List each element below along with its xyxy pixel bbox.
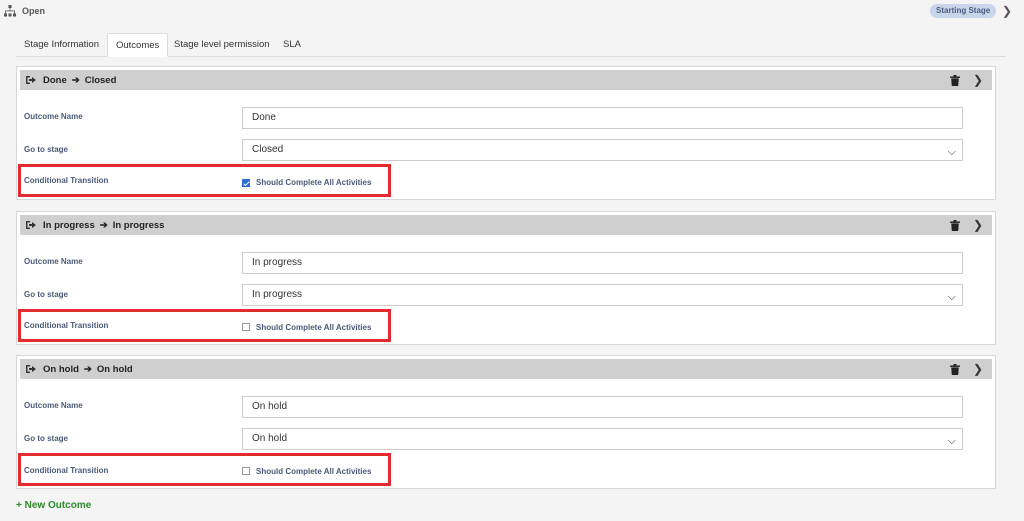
sign-out-icon	[26, 365, 36, 373]
chevron-down-icon: ⌵	[947, 146, 956, 158]
outcome-source: Done	[43, 75, 67, 86]
tab-sla[interactable]: SLA	[275, 33, 309, 57]
trash-icon[interactable]	[950, 220, 960, 231]
outcome-card: On hold ➔ On hold ❯ Outcome Name On hold G…	[16, 355, 996, 489]
outcome-header[interactable]: In progress ➔ In progress ❯	[20, 215, 992, 235]
go-to-stage-label: Go to stage	[24, 145, 69, 154]
outcome-name-label: Outcome Name	[24, 401, 83, 410]
outcome-card: In progress ➔ In progress ❯ Outcome Name I…	[16, 211, 996, 345]
tab-bar: Stage Information Outcomes Stage level p…	[16, 33, 1006, 57]
outcome-card: Done ➔ Closed ❯ Outcome Name Done Go to st…	[16, 66, 996, 200]
tab-outcomes[interactable]: Outcomes	[107, 33, 169, 57]
highlight-box	[18, 164, 391, 197]
outcome-header[interactable]: Done ➔ Closed ❯	[20, 70, 992, 90]
go-to-stage-select[interactable]: On hold ⌵	[242, 428, 963, 450]
tab-stage-information[interactable]: Stage Information	[16, 33, 107, 57]
outcome-source: In progress	[43, 220, 95, 231]
sitemap-icon	[4, 5, 16, 17]
go-to-stage-value: Closed	[252, 144, 284, 155]
trash-icon[interactable]	[950, 364, 960, 375]
outcome-name-input[interactable]: On hold	[242, 396, 963, 418]
go-to-stage-value: In progress	[252, 289, 303, 300]
highlight-box	[18, 309, 391, 342]
go-to-stage-label: Go to stage	[24, 290, 69, 299]
highlight-box	[18, 453, 391, 486]
outcome-name-label: Outcome Name	[24, 112, 83, 121]
chevron-right-icon[interactable]: ❯	[973, 362, 983, 376]
outcome-name-label: Outcome Name	[24, 257, 83, 266]
outcome-name-input[interactable]: Done	[242, 107, 963, 129]
sign-out-icon	[26, 221, 36, 229]
go-to-stage-value: On hold	[252, 433, 288, 444]
outcome-name-input[interactable]: In progress	[242, 252, 963, 274]
arrow-right-icon: ➔	[83, 364, 92, 375]
arrow-right-icon: ➔	[99, 220, 108, 231]
trash-icon[interactable]	[950, 75, 960, 86]
chevron-right-icon[interactable]: ❯	[973, 73, 983, 87]
outcome-target: In progress	[112, 220, 165, 231]
outcome-header[interactable]: On hold ➔ On hold ❯	[20, 359, 992, 379]
starting-stage-badge: Starting Stage	[930, 4, 997, 18]
go-to-stage-select[interactable]: In progress ⌵	[242, 284, 963, 306]
outcome-target: Closed	[84, 75, 117, 86]
arrow-right-icon: ➔	[71, 75, 80, 86]
tab-stage-level-permission[interactable]: Stage level permission	[166, 33, 278, 57]
new-outcome-button[interactable]: + New Outcome	[16, 500, 91, 511]
chevron-right-icon[interactable]: ❯	[1002, 4, 1012, 18]
go-to-stage-label: Go to stage	[24, 434, 69, 443]
outcome-title: In progress ➔ In progress	[43, 220, 164, 231]
outcome-title: Done ➔ Closed	[43, 75, 116, 86]
sign-out-icon	[26, 76, 36, 84]
chevron-right-icon[interactable]: ❯	[973, 218, 983, 232]
go-to-stage-select[interactable]: Closed ⌵	[242, 139, 963, 161]
stage-name: Open	[22, 6, 46, 16]
stage-topbar: Open Starting Stage ❯	[0, 0, 1024, 24]
chevron-down-icon: ⌵	[947, 291, 956, 303]
outcome-target: On hold	[96, 364, 133, 375]
chevron-down-icon: ⌵	[947, 435, 956, 447]
outcome-source: On hold	[43, 364, 79, 375]
outcome-title: On hold ➔ On hold	[43, 364, 133, 375]
